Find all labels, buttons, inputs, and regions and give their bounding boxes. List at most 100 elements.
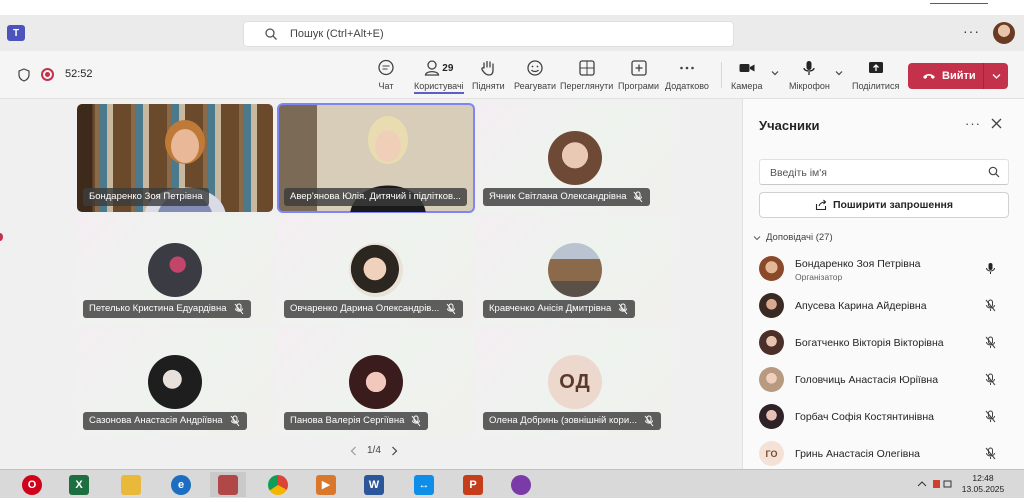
powerpoint-icon[interactable]: P <box>455 472 491 497</box>
participant-name: Кравченко Анісія Дмитрівна <box>483 300 636 318</box>
taskbar-clock[interactable]: 12:48 13.05.2025 <box>960 473 1006 495</box>
participant-list-item[interactable]: Головчиць Анастасія Юріївна <box>759 363 1014 399</box>
top-strip-link[interactable] <box>930 1 988 4</box>
react-button[interactable]: Реагувати <box>514 57 556 97</box>
teamviewer-icon[interactable]: ↔ <box>406 472 442 497</box>
mic-muted-icon <box>644 415 654 427</box>
participant-tile[interactable]: Петелько Кристина Едуардівна <box>77 216 273 324</box>
participant-name: Сазонова Анастасія Андріївна <box>83 412 247 430</box>
participant-name: Олена Добринь (зовнішній кори... <box>483 412 662 430</box>
share-button[interactable]: Поділитися <box>852 57 899 97</box>
participant-name: Авер'янова Юлія. Дитячий і підлітков... <box>284 188 467 206</box>
participant-list-item[interactable]: Богатченко Вікторія Вікторівна <box>759 326 1014 362</box>
participant-search-input[interactable] <box>770 164 970 181</box>
video-stage: Бондаренко Зоя Петрівна Авер'янова Юлія.… <box>0 99 742 469</box>
participant-avatar <box>759 404 784 429</box>
mic-muted-icon <box>411 415 421 427</box>
participant-avatar <box>349 355 403 409</box>
microphone-icon <box>986 263 995 274</box>
leave-divider <box>983 63 984 89</box>
mic-options-chevron-icon[interactable] <box>835 69 843 77</box>
participant-avatar <box>759 367 784 392</box>
camera-button[interactable]: Камера <box>731 57 762 97</box>
hang-up-icon <box>923 74 935 79</box>
microphone-button[interactable]: Мікрофон <box>789 57 830 97</box>
search-icon <box>265 28 277 40</box>
people-icon <box>425 60 440 76</box>
participant-search[interactable] <box>759 159 1009 185</box>
participant-list-item[interactable]: Бондаренко Зоя Петрівна Організатор <box>759 252 1014 288</box>
mic-muted-icon <box>985 299 996 312</box>
participant-tile[interactable]: Овчаренко Дарина Олександрів... <box>278 216 474 324</box>
participant-avatar <box>548 131 602 185</box>
ellipsis-icon <box>680 66 694 70</box>
raise-hand-button[interactable]: Підняти <box>472 57 505 97</box>
participant-avatar <box>148 355 202 409</box>
hand-icon <box>481 60 495 76</box>
meeting-toolbar: 52:52 Чат 29 Користувачі Підняти Реагува… <box>0 51 1024 99</box>
windows-taskbar: O X e ▶ W ↔ P 12:48 13.05.2025 <box>0 469 1024 498</box>
participant-tile[interactable]: Ячник Світлана Олександрівна <box>477 104 673 212</box>
excel-icon[interactable]: X <box>61 472 97 497</box>
participant-tile[interactable]: ОД Олена Добринь (зовнішній кори... <box>477 328 673 436</box>
chat-button[interactable]: Чат <box>377 57 395 97</box>
share-icon <box>815 199 827 211</box>
mic-muted-icon <box>985 336 996 349</box>
paint-icon[interactable] <box>210 472 246 497</box>
file-explorer-icon[interactable] <box>113 472 149 497</box>
view-button[interactable]: Переглянути <box>560 57 613 97</box>
mic-muted-icon <box>634 191 643 203</box>
participant-list-item[interactable]: Горбач Софія Костянтинівна <box>759 400 1014 436</box>
toolbar-divider <box>721 62 722 88</box>
panel-more-icon[interactable]: ··· <box>965 116 981 131</box>
participants-panel: Учасники ··· Поширити запрошення Доповід… <box>742 99 1024 469</box>
grid-view-icon <box>579 60 595 76</box>
close-icon[interactable] <box>991 118 1002 129</box>
people-count: 29 <box>442 62 454 74</box>
share-screen-icon <box>868 62 883 73</box>
participant-list-item[interactable]: ГО Гринь Анастасія Олегівна <box>759 437 1014 473</box>
panel-title: Учасники <box>759 118 820 133</box>
apps-button[interactable]: Програми <box>618 57 659 97</box>
participant-name: Ячник Світлана Олександрівна <box>483 188 651 206</box>
user-avatar[interactable] <box>993 22 1015 44</box>
edge-icon[interactable]: e <box>163 472 199 497</box>
chrome-icon[interactable] <box>260 472 296 497</box>
more-actions-button[interactable]: Додатково <box>665 57 709 97</box>
meeting-timer: 52:52 <box>65 68 93 80</box>
side-indicator <box>0 233 3 241</box>
chevron-left-icon[interactable] <box>350 446 357 456</box>
chevron-right-icon[interactable] <box>391 446 398 456</box>
participant-list-item[interactable]: Апусева Карина Айдерівна <box>759 289 1014 325</box>
camera-icon <box>739 64 755 72</box>
participant-name: Петелько Кристина Едуардівна <box>83 300 251 318</box>
media-player-icon[interactable]: ▶ <box>308 472 344 497</box>
people-button[interactable]: 29 Користувачі <box>414 57 464 97</box>
participant-tile[interactable]: Сазонова Анастасія Андріївна <box>77 328 273 436</box>
more-options-icon[interactable]: ··· <box>963 23 980 39</box>
participant-name: Бондаренко Зоя Петрівна <box>83 188 209 206</box>
global-search[interactable] <box>243 21 734 47</box>
participant-avatar <box>349 243 403 297</box>
leave-button[interactable]: Вийти <box>908 63 1008 89</box>
participant-tile-speaking[interactable]: Авер'янова Юлія. Дитячий і підлітков... <box>277 103 475 213</box>
participant-avatar <box>759 330 784 355</box>
word-icon[interactable]: W <box>356 472 392 497</box>
participant-initials-avatar: ОД <box>548 355 602 409</box>
camera-options-chevron-icon[interactable] <box>771 69 779 77</box>
participant-name: Овчаренко Дарина Олександрів... <box>284 300 464 318</box>
presenters-section-toggle[interactable]: Доповідачі (27) <box>753 232 833 243</box>
vpn-icon[interactable] <box>503 472 539 497</box>
system-tray-icons[interactable] <box>916 478 952 490</box>
share-invite-button[interactable]: Поширити запрошення <box>759 192 1009 218</box>
participant-tile[interactable]: Бондаренко Зоя Петрівна <box>77 104 273 212</box>
opera-icon[interactable]: O <box>14 472 50 497</box>
browser-top-strip <box>0 0 1024 15</box>
page-indicator: 1/4 <box>367 445 381 456</box>
leave-options-chevron-icon[interactable] <box>992 72 1001 80</box>
search-input[interactable] <box>290 25 710 43</box>
participant-tile[interactable]: Кравченко Анісія Дмитрівна <box>477 216 673 324</box>
participant-tile[interactable]: Панова Валерія Сергіївна <box>278 328 474 436</box>
shield-icon[interactable] <box>18 68 30 82</box>
teams-title-bar: T ··· <box>0 15 1024 51</box>
